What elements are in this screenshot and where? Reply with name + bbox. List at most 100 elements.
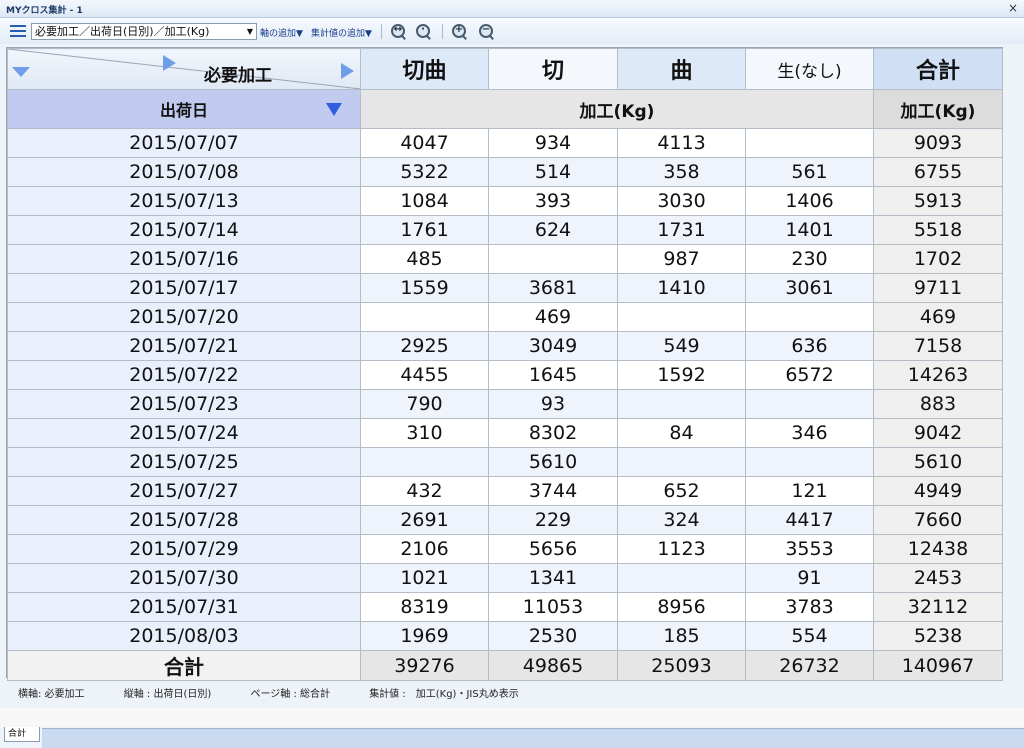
data-cell[interactable]: 624 [488,215,618,245]
row-date-label[interactable]: 2015/07/25 [7,447,361,477]
data-cell[interactable]: 987 [617,244,746,274]
data-cell[interactable]: 1731 [617,215,746,245]
data-cell[interactable]: 1559 [360,273,489,303]
data-cell[interactable]: 3030 [617,186,746,216]
data-cell[interactable]: 8302 [488,418,618,448]
data-cell[interactable]: 3061 [745,273,874,303]
data-cell[interactable]: 1645 [488,360,618,390]
data-cell[interactable]: 3783 [745,592,874,622]
data-cell[interactable]: 2691 [360,505,489,535]
data-cell[interactable] [488,244,618,274]
data-cell[interactable]: 185 [617,621,746,651]
data-cell[interactable]: 432 [360,476,489,506]
data-cell[interactable]: 469 [488,302,618,332]
data-cell[interactable]: 485 [360,244,489,274]
add-axis-button[interactable]: 軸の追加▼ [260,26,303,39]
data-cell[interactable]: 230 [745,244,874,274]
data-cell[interactable]: 84 [617,418,746,448]
row-date-label[interactable]: 2015/07/24 [7,418,361,448]
data-cell[interactable]: 5322 [360,157,489,187]
row-date-label[interactable]: 2015/07/13 [7,186,361,216]
column-header-kiri[interactable]: 切 [488,48,618,90]
column-header-kiriwage[interactable]: 切曲 [360,48,489,90]
row-date-label[interactable]: 2015/07/08 [7,157,361,187]
data-cell[interactable]: 1592 [617,360,746,390]
data-cell[interactable]: 1123 [617,534,746,564]
data-cell[interactable]: 1761 [360,215,489,245]
row-date-label[interactable]: 2015/07/31 [7,592,361,622]
data-cell[interactable] [617,563,746,593]
row-date-label[interactable]: 2015/07/23 [7,389,361,419]
data-cell[interactable]: 636 [745,331,874,361]
row-date-label[interactable]: 2015/07/28 [7,505,361,535]
data-cell[interactable]: 4047 [360,128,489,158]
data-cell[interactable]: 4113 [617,128,746,158]
data-cell[interactable]: 2530 [488,621,618,651]
data-cell[interactable]: 549 [617,331,746,361]
data-cell[interactable]: 11053 [488,592,618,622]
data-cell[interactable]: 5656 [488,534,618,564]
row-date-label[interactable]: 2015/07/07 [7,128,361,158]
data-cell[interactable]: 1969 [360,621,489,651]
sheet-tab-total[interactable]: 合計 [4,727,40,742]
data-cell[interactable]: 1341 [488,563,618,593]
data-cell[interactable]: 1410 [617,273,746,303]
close-icon[interactable]: × [1008,1,1018,15]
data-cell[interactable]: 91 [745,563,874,593]
column-header-mage[interactable]: 曲 [617,48,746,90]
column-axis-label[interactable]: 必要加工 [204,61,272,86]
data-cell[interactable]: 554 [745,621,874,651]
row-date-label[interactable]: 2015/07/27 [7,476,361,506]
data-cell[interactable]: 358 [617,157,746,187]
data-cell[interactable]: 93 [488,389,618,419]
data-cell[interactable] [617,389,746,419]
data-cell[interactable]: 4417 [745,505,874,535]
data-cell[interactable]: 790 [360,389,489,419]
hamburger-menu-icon[interactable] [10,25,26,37]
row-date-label[interactable]: 2015/07/29 [7,534,361,564]
zoom-reset-icon[interactable]: · [415,23,432,40]
data-cell[interactable]: 324 [617,505,746,535]
data-cell[interactable]: 121 [745,476,874,506]
data-cell[interactable] [745,389,874,419]
row-date-label[interactable]: 2015/07/22 [7,360,361,390]
data-cell[interactable]: 561 [745,157,874,187]
data-cell[interactable]: 652 [617,476,746,506]
row-date-label[interactable]: 2015/07/17 [7,273,361,303]
row-date-label[interactable]: 2015/07/21 [7,331,361,361]
data-cell[interactable]: 8319 [360,592,489,622]
row-date-label[interactable]: 2015/08/03 [7,621,361,651]
data-cell[interactable] [745,302,874,332]
data-cell[interactable]: 1406 [745,186,874,216]
data-cell[interactable]: 6572 [745,360,874,390]
column-header-nama[interactable]: 生(なし) [745,48,874,90]
data-cell[interactable]: 514 [488,157,618,187]
row-date-label[interactable]: 2015/07/20 [7,302,361,332]
row-date-label[interactable]: 2015/07/30 [7,563,361,593]
data-cell[interactable]: 1401 [745,215,874,245]
data-cell[interactable]: 3049 [488,331,618,361]
data-cell[interactable] [617,447,746,477]
data-cell[interactable] [617,302,746,332]
zoom-fit-icon[interactable]: ↔ [390,23,407,40]
zoom-out-icon[interactable]: − [478,23,495,40]
data-cell[interactable]: 229 [488,505,618,535]
data-cell[interactable]: 3681 [488,273,618,303]
sort-down-icon[interactable] [326,103,342,116]
zoom-in-icon[interactable]: + [451,23,468,40]
data-cell[interactable]: 310 [360,418,489,448]
data-cell[interactable]: 3553 [745,534,874,564]
data-cell[interactable]: 2925 [360,331,489,361]
data-cell[interactable]: 8956 [617,592,746,622]
row-date-label[interactable]: 2015/07/16 [7,244,361,274]
data-cell[interactable] [360,447,489,477]
add-value-button[interactable]: 集計値の追加▼ [311,26,372,39]
data-cell[interactable]: 934 [488,128,618,158]
row-axis-header[interactable]: 出荷日 [7,89,361,129]
data-cell[interactable]: 2106 [360,534,489,564]
data-cell[interactable]: 5610 [488,447,618,477]
axis-layout-select[interactable]: 必要加工／出荷日(日別)／加工(Kg) ▼ [31,23,257,40]
column-header-total[interactable]: 合計 [873,48,1003,90]
data-cell[interactable]: 1084 [360,186,489,216]
data-cell[interactable] [360,302,489,332]
